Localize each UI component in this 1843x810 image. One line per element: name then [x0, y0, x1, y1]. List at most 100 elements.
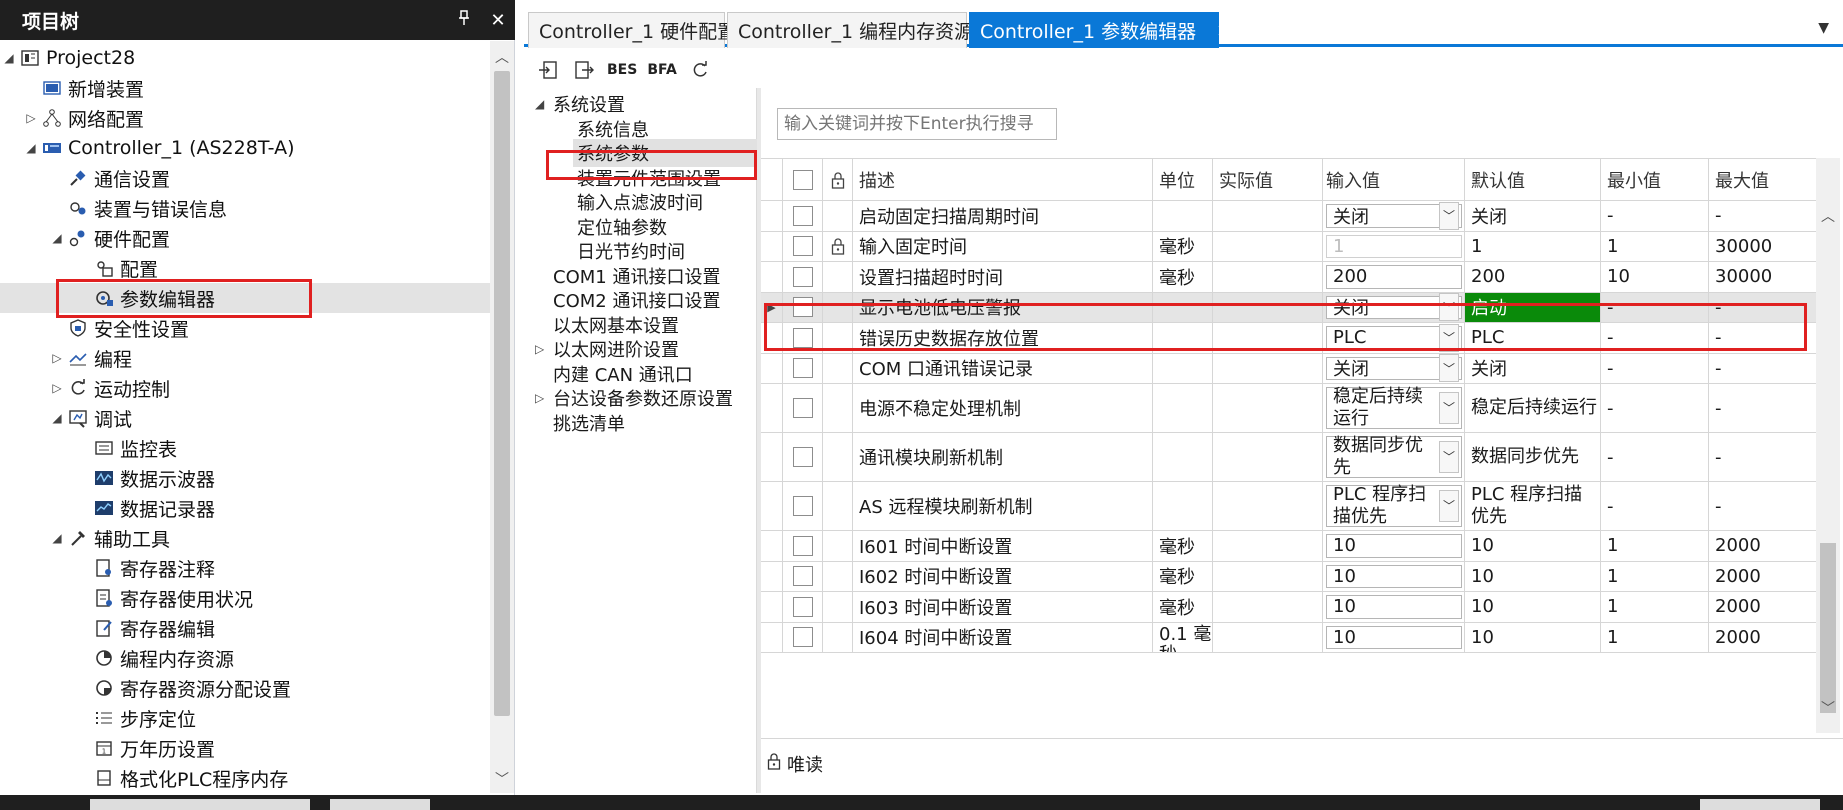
tree-item[interactable]: ▷ 运动控制: [0, 373, 490, 403]
row-checkbox[interactable]: [783, 622, 823, 652]
collapsed-icon[interactable]: ▷: [48, 381, 66, 395]
parameter-row[interactable]: I604 时间中断设置0.1 毫秒101012000: [761, 622, 1816, 653]
row-checkbox[interactable]: [783, 292, 823, 322]
tree-item[interactable]: 寄存器注释: [0, 553, 490, 583]
tree-item[interactable]: 寄存器资源分配设置: [0, 673, 490, 703]
bfa-button[interactable]: BFA: [647, 57, 676, 83]
tree-item[interactable]: 寄存器编辑: [0, 613, 490, 643]
tree-item[interactable]: ◢ Controller_1 (AS228T-A): [0, 133, 490, 163]
parameter-row[interactable]: 电源不稳定处理机制 稳定后持续运行 ﹀ 稳定后持续运行 - -: [761, 384, 1816, 433]
parameter-row[interactable]: I601 时间中断设置 毫秒 10 10 1 2000: [761, 531, 1816, 562]
collapsed-icon[interactable]: ▷: [535, 391, 544, 405]
header-input[interactable]: 输入值: [1323, 159, 1465, 200]
tree-scrollbar[interactable]: ︿ ﹀: [490, 41, 514, 793]
parameter-row[interactable]: 启动固定扫描周期时间 关闭 ﹀ 关闭 - -: [761, 201, 1816, 232]
collapsed-icon[interactable]: ▷: [22, 111, 40, 125]
param-input-field[interactable]: 200: [1326, 265, 1462, 289]
param-input-field[interactable]: 10: [1326, 564, 1462, 588]
param-input-select[interactable]: PLC 程序扫描优先 ﹀: [1326, 484, 1462, 527]
parameter-row[interactable]: AS 远程模块刷新机制 PLC 程序扫描优先 ﹀ PLC 程序扫描优先 - -: [761, 482, 1816, 531]
bcs-button[interactable]: BES: [607, 57, 637, 83]
nav-item[interactable]: 台达设备参数还原设置: [549, 384, 741, 412]
nav-item[interactable]: 以太网进阶设置: [549, 335, 687, 363]
param-input-select[interactable]: 数据同步优先 ﹀: [1326, 435, 1462, 478]
row-checkbox[interactable]: [783, 482, 823, 530]
collapsed-icon[interactable]: ▷: [535, 342, 544, 356]
header-unit[interactable]: 单位: [1153, 159, 1213, 200]
parameter-row[interactable]: COM 口通讯错误记录 关闭 ﹀ 关闭 - -: [761, 353, 1816, 384]
scroll-down-icon[interactable]: ﹀: [1816, 698, 1840, 718]
parameter-row[interactable]: I603 时间中断设置 毫秒 10 10 1 2000: [761, 592, 1816, 623]
header-actual[interactable]: 实际值: [1213, 159, 1323, 200]
tree-item[interactable]: ▷ 网络配置: [0, 103, 490, 133]
tree-item[interactable]: ◢ Project28: [0, 43, 490, 73]
row-checkbox[interactable]: [783, 201, 823, 231]
pin-icon[interactable]: [447, 9, 481, 31]
nav-item[interactable]: 日光节约时间: [573, 237, 693, 265]
nav-item[interactable]: 系统设置: [549, 90, 633, 118]
bottom-tab[interactable]: [1700, 799, 1820, 810]
row-checkbox[interactable]: [783, 323, 823, 353]
parameter-row[interactable]: 通讯模块刷新机制 数据同步优先 ﹀ 数据同步优先 - -: [761, 433, 1816, 482]
tab-hardware-config[interactable]: Controller_1 硬件配置: [528, 12, 736, 48]
tree-item[interactable]: 1 万年历设置: [0, 733, 490, 763]
tree-item[interactable]: ▷ 编程: [0, 343, 490, 373]
collapsed-icon[interactable]: ▷: [48, 351, 66, 365]
row-checkbox[interactable]: [783, 262, 823, 292]
expanded-icon[interactable]: ◢: [48, 231, 66, 245]
tree-item[interactable]: ◢ 调试: [0, 403, 490, 433]
scroll-down-icon[interactable]: ﹀: [490, 769, 514, 789]
tree-item[interactable]: 步序定位: [0, 703, 490, 733]
chevron-down-icon[interactable]: ﹀: [1439, 201, 1459, 230]
row-checkbox[interactable]: [783, 384, 823, 432]
param-input-field[interactable]: 10: [1326, 625, 1462, 649]
tree-item[interactable]: 编程内存资源: [0, 643, 490, 673]
expanded-icon[interactable]: ◢: [535, 97, 544, 111]
chevron-down-icon[interactable]: ﹀: [1439, 441, 1459, 473]
nav-item[interactable]: COM2 通讯接口设置: [549, 286, 728, 314]
tree-item[interactable]: 装置与错误信息: [0, 193, 490, 223]
close-icon[interactable]: ✕: [481, 10, 515, 31]
chevron-down-icon[interactable]: ﹀: [1439, 354, 1459, 383]
import-icon[interactable]: [535, 57, 561, 83]
tab-list-dropdown-icon[interactable]: ▼: [1818, 20, 1829, 36]
row-checkbox[interactable]: [783, 231, 823, 261]
tab-parameter-editor[interactable]: Controller_1 参数编辑器 ×: [969, 12, 1231, 48]
tab-memory-resource[interactable]: Controller_1 编程内存资源: [727, 12, 973, 48]
grid-scrollbar[interactable]: ︿ ﹀: [1816, 158, 1840, 733]
refresh-icon[interactable]: [687, 57, 713, 83]
bottom-tab[interactable]: [330, 799, 430, 810]
tab-close-icon[interactable]: ×: [1216, 20, 1231, 41]
parameter-row[interactable]: 错误历史数据存放位置 PLC ﹀ PLC - -: [761, 323, 1816, 354]
tree-item[interactable]: 参数编辑器: [0, 283, 490, 313]
expanded-icon[interactable]: ◢: [48, 411, 66, 425]
scrollbar-thumb[interactable]: [494, 71, 510, 716]
tree-item[interactable]: 通信设置: [0, 163, 490, 193]
chevron-down-icon[interactable]: ﹀: [1439, 323, 1459, 352]
tree-item[interactable]: 数据记录器: [0, 493, 490, 523]
tree-item[interactable]: 新增装置: [0, 73, 490, 103]
chevron-down-icon[interactable]: ﹀: [1439, 392, 1459, 424]
parameter-row[interactable]: I602 时间中断设置 毫秒 10 10 1 2000: [761, 561, 1816, 592]
expanded-icon[interactable]: ◢: [0, 51, 18, 65]
tree-item[interactable]: 安全性设置: [0, 313, 490, 343]
row-checkbox[interactable]: [783, 531, 823, 561]
tree-item[interactable]: 监控表: [0, 433, 490, 463]
param-input-field[interactable]: 10: [1326, 595, 1462, 619]
row-checkbox[interactable]: [783, 592, 823, 622]
param-input-select[interactable]: 稳定后持续运行 ﹀: [1326, 386, 1462, 429]
search-input[interactable]: [777, 108, 1057, 140]
param-input-field[interactable]: 10: [1326, 534, 1462, 558]
tree-item[interactable]: 寄存器使用状况: [0, 583, 490, 613]
expanded-icon[interactable]: ◢: [48, 531, 66, 545]
nav-item[interactable]: 挑选清单: [549, 409, 633, 437]
header-max[interactable]: 最大值: [1709, 159, 1816, 200]
tree-item[interactable]: 格式化PLC程序内存: [0, 763, 490, 793]
row-checkbox[interactable]: [783, 561, 823, 591]
select-all-checkbox[interactable]: [783, 159, 823, 200]
parameter-row[interactable]: 输入固定时间 毫秒 1 1 1 30000: [761, 231, 1816, 262]
tree-item[interactable]: ◢ 硬件配置: [0, 223, 490, 253]
bottom-tab[interactable]: [90, 799, 310, 810]
tree-item[interactable]: 配置: [0, 253, 490, 283]
param-input-select[interactable]: 关闭 ﹀: [1326, 354, 1462, 383]
